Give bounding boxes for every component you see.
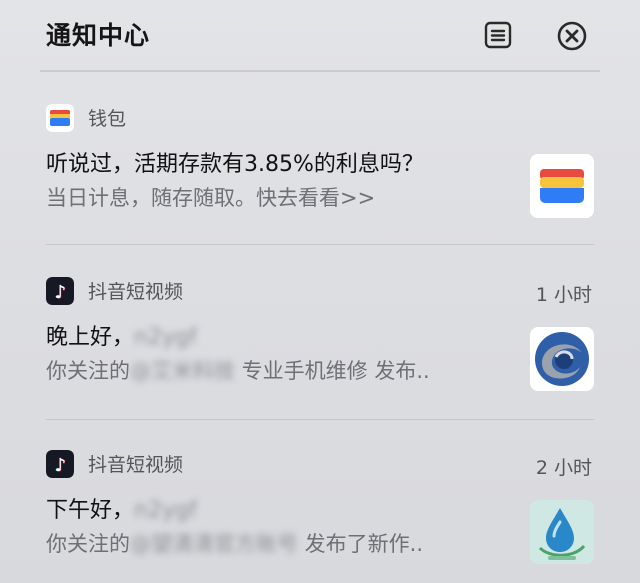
blurred-username: n2ygf (134, 325, 197, 350)
notification-title: 晚上好，n2ygf (46, 319, 197, 351)
page-title: 通知中心 (46, 21, 151, 50)
notification-title: 下午好，n2ygf (46, 492, 197, 524)
body-suffix: 专业手机维修 发布.. (235, 359, 430, 383)
notification-header: 通知中心 (0, 0, 640, 70)
notification-wallet[interactable]: 钱包 听说过，活期存款有3.85%的利息吗？ 当日计息，随存随取。快去看看>> (0, 100, 640, 242)
notification-douyin-2[interactable]: ♪ ♪ ♪ 抖音短视频 2 小时 下午好，n2ygf 你关注的@望清清官方账号 … (0, 446, 640, 583)
douyin-icon: ♪ ♪ ♪ (46, 450, 74, 478)
close-circle-icon[interactable] (556, 20, 587, 51)
notification-body: 你关注的@望清清官方账号 发布了新作.. (46, 528, 423, 558)
notification-divider (46, 244, 594, 245)
body-prefix: 你关注的 (46, 359, 130, 383)
greeting: 晚上好， (46, 325, 135, 350)
blurred-account: @艾米科技 (130, 359, 235, 383)
douyin-icon: ♪ ♪ ♪ (46, 277, 74, 305)
notification-time: 2 小时 (535, 457, 592, 479)
svg-text:♪: ♪ (55, 282, 67, 303)
avatar-swirl-logo (530, 327, 594, 391)
notification-douyin-1[interactable]: ♪ ♪ ♪ 抖音短视频 1 小时 晚上好，n2ygf 你关注的@艾米科技 专业手… (0, 273, 640, 418)
list-icon[interactable] (483, 20, 513, 50)
notification-body: 你关注的@艾米科技 专业手机维修 发布.. (46, 355, 430, 385)
wallet-card-thumbnail (530, 154, 594, 218)
svg-text:♪: ♪ (55, 455, 67, 476)
app-name: 抖音短视频 (88, 454, 184, 476)
notification-divider (46, 419, 594, 420)
notification-time: 1 小时 (535, 284, 592, 306)
body-prefix: 你关注的 (46, 532, 130, 556)
header-divider (40, 70, 600, 72)
notification-title: 听说过，活期存款有3.85%的利息吗？ (46, 152, 424, 177)
notification-body: 当日计息，随存随取。快去看看>> (46, 186, 376, 210)
wallet-icon (46, 104, 74, 132)
avatar-water-drop (530, 500, 594, 564)
blurred-account: @望清清官方账号 (130, 532, 298, 556)
app-name: 钱包 (88, 108, 127, 130)
greeting: 下午好， (46, 498, 135, 523)
body-suffix: 发布了新作.. (298, 532, 424, 556)
app-name: 抖音短视频 (88, 281, 184, 303)
blurred-username: n2ygf (134, 498, 197, 523)
